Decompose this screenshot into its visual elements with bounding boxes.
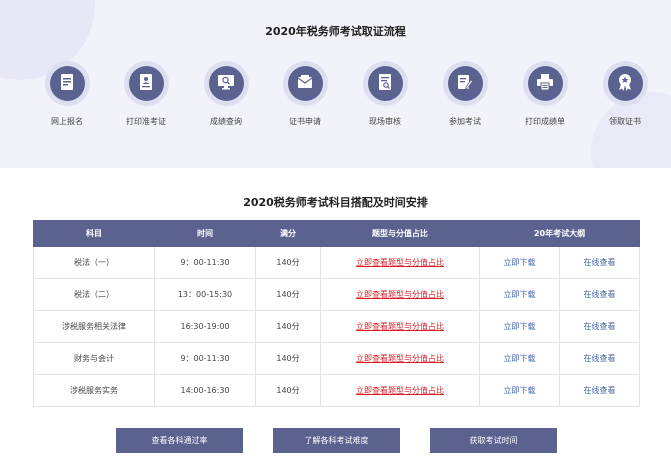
- table-row: 税法（一） 9：00-11:30 140分 立即查看题型与分值占比 立即下载 在…: [33, 246, 641, 279]
- view-question-types-link[interactable]: 立即查看题型与分值占比: [356, 258, 444, 267]
- time-cell: 13：00-15:30: [154, 278, 256, 311]
- award-icon: [615, 72, 635, 96]
- download-link[interactable]: 立即下载: [479, 310, 560, 343]
- score-cell: 140分: [255, 342, 321, 375]
- step-label: 参加考试: [449, 117, 481, 126]
- search-monitor-icon: [216, 72, 236, 96]
- printer-icon: [535, 72, 555, 96]
- subject-cell: 涉税服务实务: [33, 374, 155, 407]
- header-syllabus: 20年考试大纲: [478, 220, 641, 247]
- table-row: 财务与会计 9：00-11:30 140分 立即查看题型与分值占比 立即下载 在…: [33, 342, 641, 375]
- header-question-types: 题型与分值占比: [320, 220, 480, 247]
- step-label: 证书申请: [289, 117, 321, 126]
- edit-document-icon: [455, 72, 475, 96]
- header-score: 满分: [255, 220, 321, 247]
- step-onsite-review[interactable]: 现场审核: [345, 61, 425, 127]
- step-score-query[interactable]: 成绩查询: [186, 61, 266, 127]
- exam-time-button[interactable]: 获取考试时间: [430, 428, 557, 453]
- download-link[interactable]: 立即下载: [479, 246, 560, 279]
- schedule-title: 2020税务师考试科目搭配及时间安排: [243, 196, 428, 209]
- header-subject: 科目: [33, 220, 155, 247]
- download-link[interactable]: 立即下载: [479, 342, 560, 375]
- step-label: 打印成绩单: [525, 117, 565, 126]
- schedule-table: 科目 时间 满分 题型与分值占比 20年考试大纲 税法（一） 9：00-11:3…: [33, 220, 641, 407]
- download-link[interactable]: 立即下载: [479, 374, 560, 407]
- table-row: 税法（二） 13：00-15:30 140分 立即查看题型与分值占比 立即下载 …: [33, 278, 641, 311]
- process-title: 2020年税务师考试取证流程: [265, 25, 406, 38]
- view-question-types-link[interactable]: 立即查看题型与分值占比: [356, 354, 444, 363]
- exam-difficulty-button[interactable]: 了解各科考试难度: [273, 428, 400, 453]
- view-question-types-link[interactable]: 立即查看题型与分值占比: [356, 322, 444, 331]
- subject-cell: 税法（二）: [33, 278, 155, 311]
- time-cell: 14:00-16:30: [154, 374, 256, 407]
- table-row: 涉税服务实务 14:00-16:30 140分 立即查看题型与分值占比 立即下载…: [33, 374, 641, 407]
- score-cell: 140分: [255, 246, 321, 279]
- online-view-link[interactable]: 在线查看: [558, 246, 641, 279]
- step-receive-certificate[interactable]: 领取证书: [585, 61, 665, 127]
- admission-ticket-icon: [136, 72, 156, 96]
- step-label: 网上报名: [51, 117, 83, 126]
- online-view-link[interactable]: 在线查看: [558, 310, 641, 343]
- subject-cell: 财务与会计: [33, 342, 155, 375]
- subject-cell: 涉税服务相关法律: [33, 310, 155, 343]
- step-label: 成绩查询: [210, 117, 242, 126]
- table-header-row: 科目 时间 满分 题型与分值占比 20年考试大纲: [33, 220, 641, 247]
- review-icon: [375, 72, 395, 96]
- document-icon: [57, 72, 77, 96]
- step-online-registration[interactable]: 网上报名: [27, 61, 107, 127]
- score-cell: 140分: [255, 278, 321, 311]
- process-section: 2020年税务师考试取证流程 网上报名 打印准考证 成绩查询 证书申请 现场审核…: [0, 0, 671, 168]
- online-view-link[interactable]: 在线查看: [558, 278, 641, 311]
- table-row: 涉税服务相关法律 16:30-19:00 140分 立即查看题型与分值占比 立即…: [33, 310, 641, 343]
- step-take-exam[interactable]: 参加考试: [425, 61, 505, 127]
- step-certificate-application[interactable]: 证书申请: [265, 61, 345, 127]
- view-question-types-link[interactable]: 立即查看题型与分值占比: [356, 290, 444, 299]
- header-time: 时间: [154, 220, 256, 247]
- time-cell: 9：00-11:30: [154, 246, 256, 279]
- score-cell: 140分: [255, 374, 321, 407]
- online-view-link[interactable]: 在线查看: [558, 342, 641, 375]
- step-label: 现场审核: [369, 117, 401, 126]
- download-link[interactable]: 立即下载: [479, 278, 560, 311]
- time-cell: 16:30-19:00: [154, 310, 256, 343]
- envelope-icon: [295, 72, 315, 96]
- online-view-link[interactable]: 在线查看: [558, 374, 641, 407]
- step-print-transcript[interactable]: 打印成绩单: [505, 61, 585, 127]
- pass-rate-button[interactable]: 查看各科通过率: [116, 428, 243, 453]
- step-label: 领取证书: [609, 117, 641, 126]
- score-cell: 140分: [255, 310, 321, 343]
- view-question-types-link[interactable]: 立即查看题型与分值占比: [356, 386, 444, 395]
- time-cell: 9：00-11:30: [154, 342, 256, 375]
- subject-cell: 税法（一）: [33, 246, 155, 279]
- step-print-admission[interactable]: 打印准考证: [106, 61, 186, 127]
- step-label: 打印准考证: [126, 117, 166, 126]
